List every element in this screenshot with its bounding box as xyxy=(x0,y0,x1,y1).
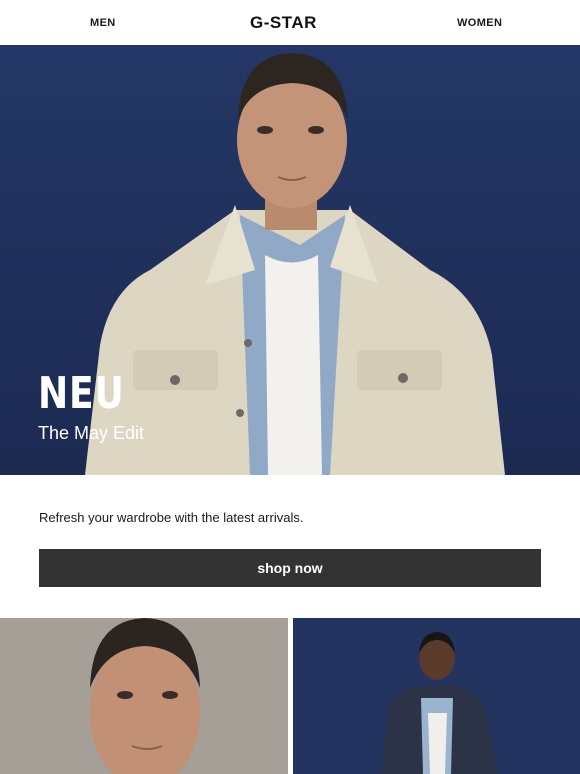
shop-now-button[interactable]: shop now xyxy=(39,549,541,587)
model-full-body-image xyxy=(381,632,498,774)
product-tile-left[interactable] xyxy=(0,618,288,774)
top-navigation: MEN G-STAR WOMEN xyxy=(0,0,580,45)
product-tile-right[interactable] xyxy=(293,618,580,774)
model-portrait-image xyxy=(90,618,200,774)
hero-subtitle: The May Edit xyxy=(38,423,145,443)
hero-banner[interactable]: NEU The May Edit xyxy=(0,45,580,475)
hero-title: NEU xyxy=(38,368,125,419)
nav-link-men[interactable]: MEN xyxy=(90,17,116,29)
intro-text: Refresh your wardrobe with the latest ar… xyxy=(39,510,304,525)
nav-link-women[interactable]: WOMEN xyxy=(457,17,502,29)
brand-logo[interactable]: G-STAR xyxy=(250,13,317,33)
